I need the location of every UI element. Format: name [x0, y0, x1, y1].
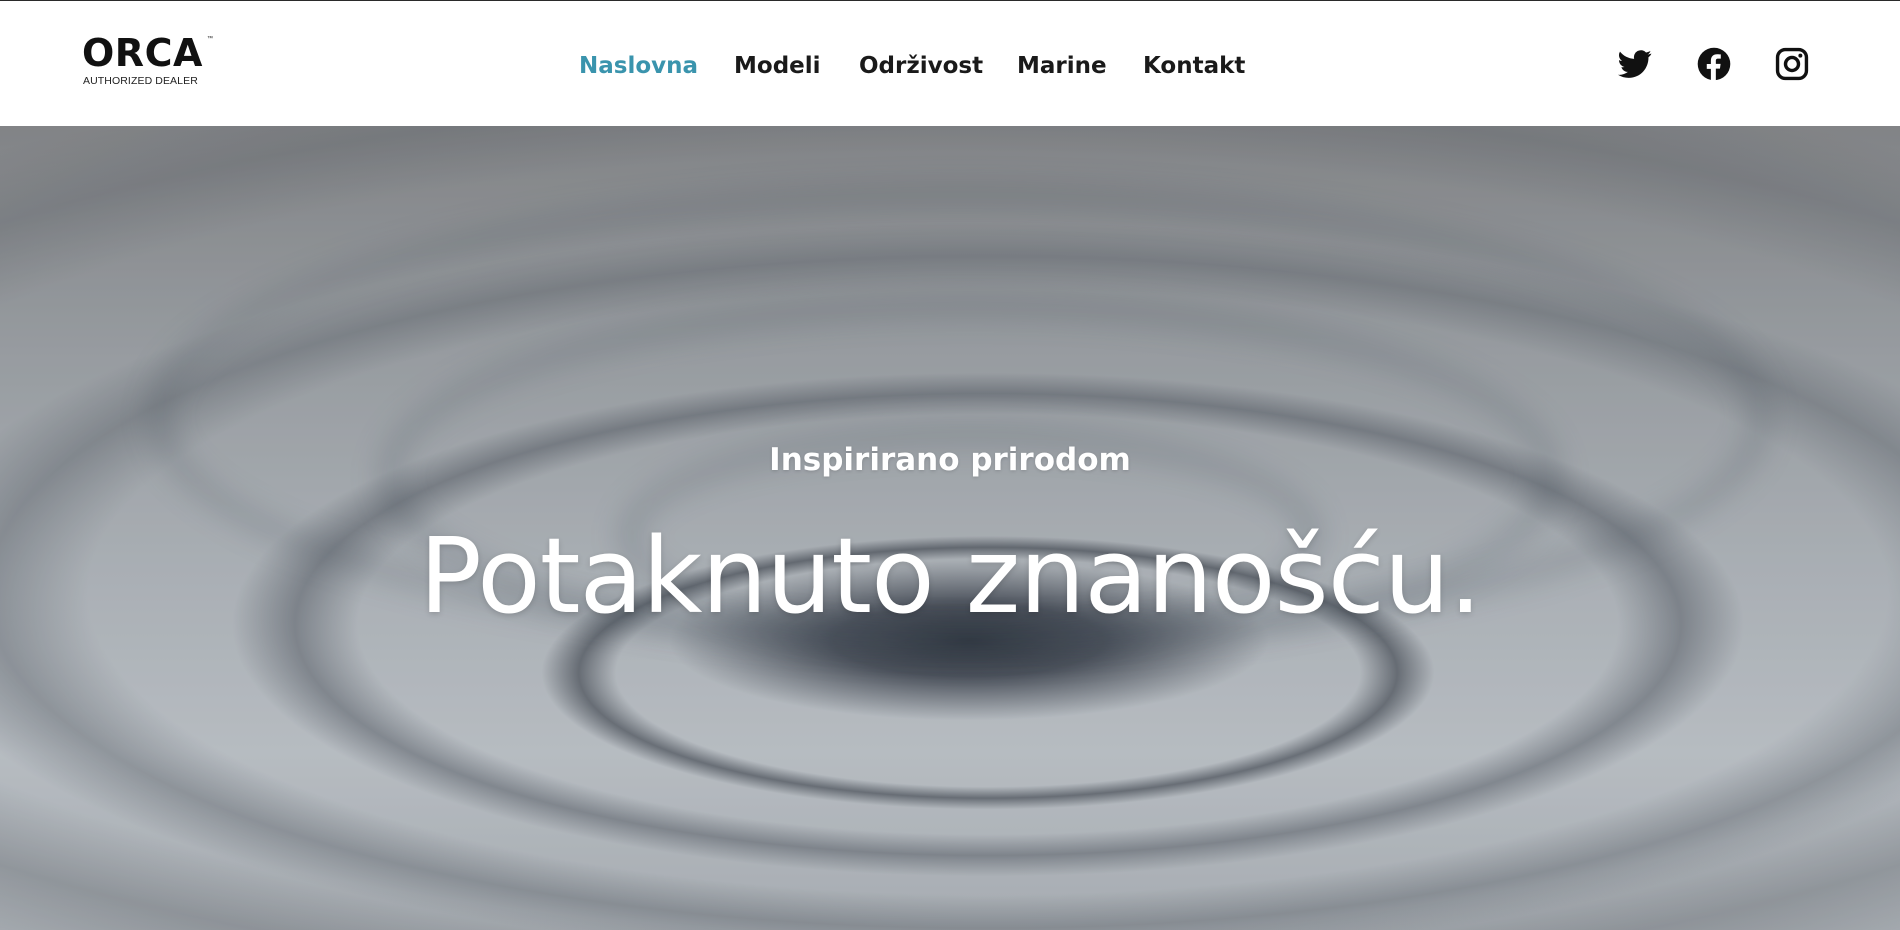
main-navigation: Naslovna Modeli Održivost Marine Kontakt: [0, 48, 1900, 84]
hero-eyebrow: Inspirirano prirodom: [769, 442, 1131, 478]
facebook-icon[interactable]: [1697, 47, 1731, 81]
logo-trademark: ™: [207, 36, 213, 42]
hero-headline: Potaknuto znanošću.: [419, 515, 1482, 637]
nav-item-naslovna[interactable]: Naslovna: [579, 48, 698, 84]
nav-item-modeli[interactable]: Modeli: [734, 48, 821, 84]
instagram-icon[interactable]: [1775, 47, 1809, 81]
nav-item-odrzivost[interactable]: Održivost: [859, 48, 983, 84]
nav-item-marine[interactable]: Marine: [1017, 48, 1107, 84]
nav-item-kontakt[interactable]: Kontakt: [1143, 48, 1245, 84]
site-header: ORCA ™ AUTHORIZED DEALER Naslovna Modeli…: [0, 1, 1900, 126]
hero-section: Inspirirano prirodom Potaknuto znanošću.: [0, 126, 1900, 930]
twitter-icon[interactable]: [1618, 47, 1652, 81]
